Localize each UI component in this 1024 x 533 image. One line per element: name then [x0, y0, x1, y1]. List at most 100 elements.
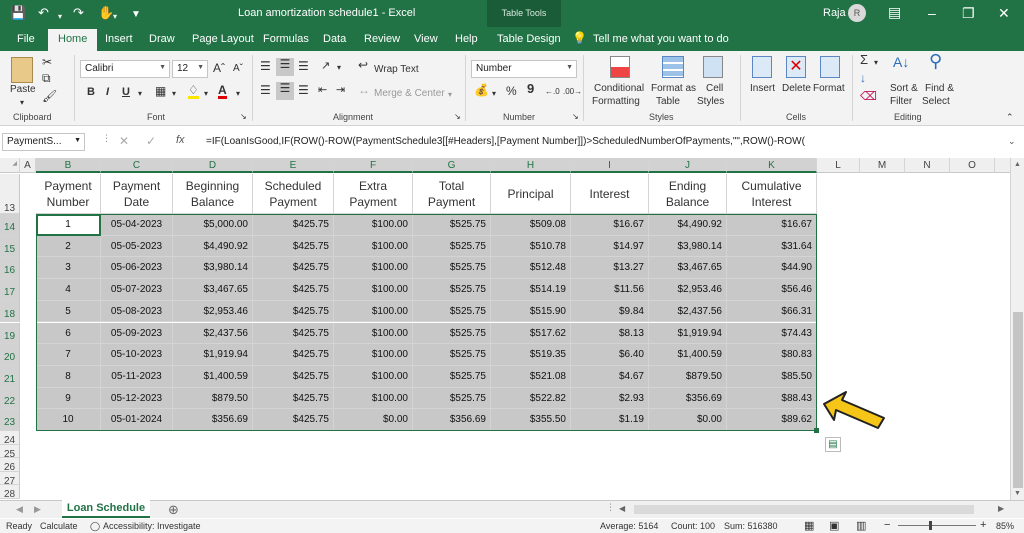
- sort-filter-icon[interactable]: A↓: [893, 55, 909, 69]
- restore-icon[interactable]: ❐: [962, 5, 975, 22]
- fill-handle[interactable]: [814, 428, 819, 433]
- number-dialog-launcher-icon[interactable]: ↘: [572, 111, 579, 123]
- scroll-right-icon[interactable]: ▶: [998, 504, 1004, 513]
- column-header-e[interactable]: E: [253, 158, 334, 173]
- table-cell[interactable]: 05-05-2023: [101, 235, 173, 258]
- decrease-font-icon[interactable]: Aˇ: [233, 63, 243, 75]
- percent-button[interactable]: %: [506, 85, 517, 97]
- tab-home[interactable]: Home: [48, 29, 98, 51]
- table-cell[interactable]: $88.43: [727, 387, 817, 410]
- conditional-formatting-label-2[interactable]: Formatting: [592, 96, 640, 108]
- table-cell[interactable]: $100.00: [334, 257, 413, 280]
- close-icon[interactable]: ✕: [998, 5, 1010, 22]
- align-center-icon[interactable]: ☰: [276, 82, 294, 100]
- table-cell[interactable]: $4.67: [571, 365, 649, 388]
- table-cell[interactable]: $3,980.14: [173, 257, 253, 280]
- underline-dropdown-icon[interactable]: ▾: [138, 88, 142, 100]
- format-as-table-label[interactable]: Format as: [651, 83, 696, 95]
- font-name-select[interactable]: Calibri ▼: [80, 60, 170, 78]
- row-header[interactable]: 26: [0, 458, 20, 473]
- table-column-header[interactable]: Principal: [491, 174, 571, 214]
- row-header[interactable]: 15: [0, 235, 20, 258]
- table-cell[interactable]: $14.97: [571, 235, 649, 258]
- table-column-header[interactable]: Payment Date: [101, 174, 173, 214]
- orientation-dropdown-icon[interactable]: ▾: [337, 62, 341, 74]
- touch-dropdown-icon[interactable]: ▾: [113, 9, 117, 25]
- tab-insert[interactable]: Insert: [105, 33, 133, 45]
- decrease-decimal-icon[interactable]: .00→: [563, 86, 582, 98]
- zoom-level[interactable]: 85%: [996, 521, 1014, 531]
- table-cell[interactable]: 05-04-2023: [101, 214, 173, 236]
- table-column-header[interactable]: Beginning Balance: [173, 174, 253, 214]
- table-cell[interactable]: $2,953.46: [173, 300, 253, 323]
- table-cell[interactable]: $1,919.94: [649, 322, 727, 345]
- decrease-indent-icon[interactable]: ⇤: [318, 84, 327, 96]
- table-cell[interactable]: $525.75: [413, 365, 491, 388]
- row-header[interactable]: 23: [0, 409, 20, 431]
- table-cell[interactable]: $525.75: [413, 322, 491, 345]
- paste-button[interactable]: Paste: [10, 84, 36, 96]
- paste-icon[interactable]: [11, 57, 33, 83]
- table-cell[interactable]: $100.00: [334, 300, 413, 323]
- table-cell[interactable]: $56.46: [727, 279, 817, 301]
- tab-help[interactable]: Help: [455, 33, 478, 45]
- row-header[interactable]: 14: [0, 214, 20, 236]
- table-cell[interactable]: $2,437.56: [649, 300, 727, 323]
- row-header[interactable]: 18: [0, 300, 20, 323]
- zoom-slider-thumb[interactable]: [929, 521, 932, 530]
- table-cell[interactable]: $100.00: [334, 235, 413, 258]
- zoom-in-icon[interactable]: +: [980, 519, 986, 531]
- avatar[interactable]: R: [848, 4, 866, 22]
- table-cell[interactable]: $16.67: [727, 214, 817, 236]
- undo-icon[interactable]: ↶: [38, 5, 49, 21]
- wrap-text-button[interactable]: Wrap Text: [374, 64, 419, 76]
- table-cell[interactable]: 10: [36, 409, 101, 431]
- column-header-j[interactable]: J: [649, 158, 727, 173]
- row-header[interactable]: 20: [0, 344, 20, 366]
- cell-styles-label-2[interactable]: Styles: [697, 96, 724, 108]
- table-cell[interactable]: $89.62: [727, 409, 817, 431]
- table-cell[interactable]: 05-12-2023: [101, 387, 173, 410]
- fill-color-icon[interactable]: ♢: [188, 84, 199, 99]
- table-cell[interactable]: $5,000.00: [173, 214, 253, 236]
- format-cells-icon[interactable]: [820, 56, 840, 78]
- table-cell[interactable]: $517.62: [491, 322, 571, 345]
- align-right-icon[interactable]: ☰: [298, 84, 309, 96]
- table-column-header[interactable]: Interest: [571, 174, 649, 214]
- table-cell[interactable]: $1,400.59: [649, 344, 727, 366]
- table-cell[interactable]: 5: [36, 300, 101, 323]
- table-cell[interactable]: $509.08: [491, 214, 571, 236]
- page-layout-view-icon[interactable]: ▣: [829, 519, 839, 532]
- row-header[interactable]: 16: [0, 257, 20, 280]
- paste-dropdown-icon[interactable]: ▾: [20, 97, 24, 109]
- tab-view[interactable]: View: [414, 33, 438, 45]
- autosum-dropdown-icon[interactable]: ▾: [874, 57, 878, 69]
- table-cell[interactable]: $515.90: [491, 300, 571, 323]
- table-cell[interactable]: $100.00: [334, 344, 413, 366]
- table-cell[interactable]: 05-11-2023: [101, 365, 173, 388]
- row-header[interactable]: 28: [0, 485, 20, 500]
- new-sheet-icon[interactable]: ⊕: [168, 502, 179, 518]
- active-cell[interactable]: 1: [36, 214, 101, 236]
- tab-page-layout[interactable]: Page Layout: [192, 33, 254, 45]
- table-cell[interactable]: 05-07-2023: [101, 279, 173, 301]
- table-cell[interactable]: $4,490.92: [649, 214, 727, 236]
- column-header-f[interactable]: F: [334, 158, 413, 173]
- page-break-view-icon[interactable]: ▥: [856, 519, 866, 532]
- tab-draw[interactable]: Draw: [149, 33, 175, 45]
- tab-data[interactable]: Data: [323, 33, 346, 45]
- table-cell[interactable]: $425.75: [253, 300, 334, 323]
- row-header[interactable]: 24: [0, 431, 20, 446]
- table-cell[interactable]: $85.50: [727, 365, 817, 388]
- table-cell[interactable]: 9: [36, 387, 101, 410]
- undo-dropdown-icon[interactable]: ▾: [58, 9, 62, 25]
- column-header-m[interactable]: M: [860, 158, 905, 173]
- table-cell[interactable]: $13.27: [571, 257, 649, 280]
- merge-dropdown-icon[interactable]: ▾: [448, 89, 452, 101]
- sort-filter-label-2[interactable]: Filter: [890, 96, 912, 108]
- table-cell[interactable]: $519.35: [491, 344, 571, 366]
- table-column-header[interactable]: Payment Number: [36, 174, 101, 214]
- table-cell[interactable]: $2.93: [571, 387, 649, 410]
- table-cell[interactable]: 6: [36, 322, 101, 345]
- cell-styles-label[interactable]: Cell: [706, 83, 723, 95]
